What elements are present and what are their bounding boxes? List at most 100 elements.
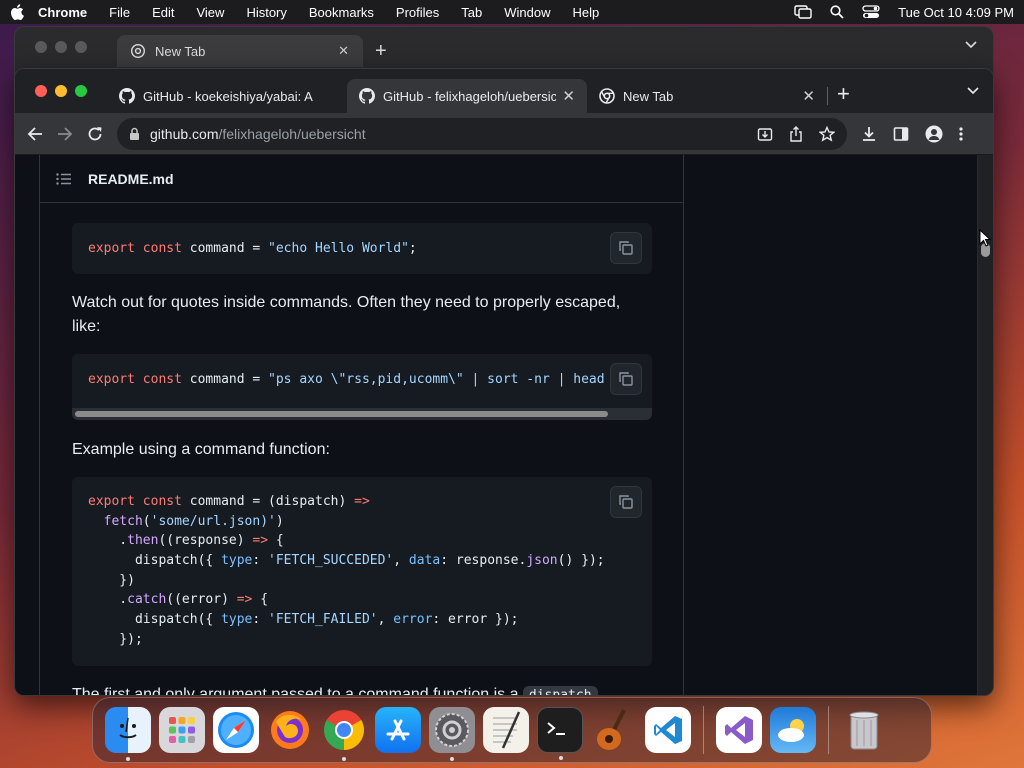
reload-icon[interactable] [87, 126, 103, 142]
close-window-button[interactable] [35, 85, 47, 97]
close-icon[interactable]: ✕ [562, 87, 575, 105]
back-arrow-icon[interactable] [27, 126, 43, 142]
screen-mirroring-icon[interactable] [794, 5, 812, 19]
dock [92, 697, 932, 763]
code-line: .then((response) => { [88, 533, 284, 549]
dock-separator [703, 706, 704, 754]
code-line: }); [88, 631, 143, 647]
code-line: fetch('some/url.json)') [103, 513, 284, 529]
menu-clock[interactable]: Tue Oct 10 4:09 PM [898, 5, 1014, 20]
vscode-icon[interactable] [645, 707, 691, 753]
back-window-tab[interactable]: New Tab ✕ [117, 35, 363, 67]
spotlight-search-icon[interactable] [830, 5, 844, 19]
garageband-icon[interactable] [591, 707, 637, 753]
chevron-down-icon[interactable] [965, 41, 977, 49]
outline-list-icon[interactable] [56, 172, 72, 185]
scrollbar-thumb[interactable] [75, 411, 608, 417]
terminal-icon[interactable] [537, 707, 583, 760]
menu-file[interactable]: File [109, 5, 130, 20]
app-store-icon[interactable] [375, 707, 421, 753]
menu-bar: Chrome File Edit View History Bookmarks … [0, 0, 1024, 24]
menu-help[interactable]: Help [573, 5, 600, 20]
new-tab-icon[interactable]: + [375, 41, 387, 61]
kebab-menu-icon[interactable] [959, 126, 963, 142]
copy-button[interactable] [610, 232, 642, 264]
tab-label: GitHub - koekeishiya/yabai: A [143, 88, 313, 104]
side-panel-icon[interactable] [893, 126, 909, 142]
minimize-window-button[interactable] [55, 85, 67, 97]
tab-uebersicht[interactable]: GitHub - felixhageloh/uebersic ✕ [347, 79, 587, 113]
firefox-icon[interactable] [267, 707, 313, 753]
readme-panel: README.md export const command = "echo H… [39, 155, 684, 695]
back-window-traffic-lights [35, 41, 87, 53]
tab-separator [827, 87, 828, 105]
browser-window: GitHub - koekeishiya/yabai: A GitHub - f… [14, 68, 994, 696]
finder-icon[interactable] [105, 707, 151, 761]
back-tab-label: New Tab [155, 43, 206, 59]
menu-view[interactable]: View [196, 5, 224, 20]
tab-label: GitHub - felixhageloh/uebersic [383, 88, 557, 104]
tab-yabai[interactable]: GitHub - koekeishiya/yabai: A [107, 79, 347, 113]
menu-bookmarks[interactable]: Bookmarks [309, 5, 374, 20]
tab-search-chevron-icon[interactable] [967, 87, 979, 95]
readme-filename: README.md [88, 170, 174, 187]
menu-tab[interactable]: Tab [461, 5, 482, 20]
trash-icon[interactable] [841, 707, 887, 753]
system-settings-icon[interactable] [429, 707, 475, 761]
textedit-icon[interactable] [483, 707, 529, 753]
code-block-scrollable: export const command = "ps axo \"rss,pid… [72, 354, 652, 420]
launchpad-icon[interactable] [159, 707, 205, 753]
code-block: export const command = (dispatch) => fet… [72, 477, 652, 666]
chrome-icon [131, 44, 145, 58]
chrome-icon[interactable] [321, 707, 367, 761]
weather-icon[interactable] [770, 707, 816, 753]
paragraph: The first and only argument passed to a … [72, 683, 652, 695]
zoom-window-button[interactable] [75, 85, 87, 97]
paragraph: Example using a command function: [72, 441, 330, 458]
address-bar[interactable]: github.com/felixhageloh/uebersicht [117, 117, 847, 150]
close-icon[interactable]: ✕ [338, 43, 349, 59]
code-line: }) [88, 572, 135, 588]
profile-avatar-icon[interactable] [925, 125, 943, 143]
dock-separator [828, 706, 829, 754]
forward-arrow-icon[interactable] [57, 126, 73, 142]
lock-icon[interactable] [129, 127, 140, 141]
browser-toolbar: github.com/felixhageloh/uebersicht [15, 113, 993, 155]
code-line: export const command = "ps axo \"rss,pid… [88, 372, 629, 387]
code-line: export const command = (dispatch) => [88, 494, 370, 509]
copy-button[interactable] [610, 486, 642, 518]
github-icon [119, 88, 135, 104]
new-tab-button[interactable]: + [837, 83, 850, 105]
copy-button[interactable] [610, 363, 642, 395]
code-block: export const command = "echo Hello World… [72, 223, 652, 274]
control-center-icon[interactable] [862, 5, 880, 19]
downloads-icon[interactable] [861, 126, 877, 142]
visual-studio-icon[interactable] [716, 707, 762, 753]
page-content: README.md export const command = "echo H… [15, 155, 979, 695]
paragraph: Watch out for quotes inside commands. Of… [72, 294, 621, 335]
menu-edit[interactable]: Edit [152, 5, 174, 20]
traffic-lights [35, 85, 87, 97]
safari-icon[interactable] [213, 707, 259, 753]
code-line: dispatch({ type: 'FETCH_FAILED', error: … [88, 612, 519, 628]
apple-menu-icon[interactable] [10, 4, 24, 20]
share-icon[interactable] [789, 125, 803, 142]
chrome-icon [599, 88, 615, 104]
menu-window[interactable]: Window [504, 5, 550, 20]
github-icon [359, 88, 375, 104]
install-app-icon[interactable] [757, 126, 773, 142]
bookmark-star-icon[interactable] [819, 125, 835, 142]
close-icon[interactable]: ✕ [802, 87, 815, 105]
readme-header: README.md [40, 155, 683, 203]
menu-history[interactable]: History [246, 5, 286, 20]
tab-strip: GitHub - koekeishiya/yabai: A GitHub - f… [15, 69, 993, 113]
mouse-cursor-icon [979, 229, 991, 247]
code-line: dispatch({ type: 'FETCH_SUCCEDED', data:… [88, 553, 605, 569]
tab-new-tab[interactable]: New Tab ✕ [587, 79, 827, 113]
menu-app-name[interactable]: Chrome [38, 5, 87, 20]
url-host: github.com [150, 125, 219, 142]
url-path: /felixhageloh/uebersicht [218, 125, 366, 142]
menu-profiles[interactable]: Profiles [396, 5, 439, 20]
copy-icon [619, 372, 633, 386]
horizontal-scrollbar[interactable] [72, 408, 652, 420]
